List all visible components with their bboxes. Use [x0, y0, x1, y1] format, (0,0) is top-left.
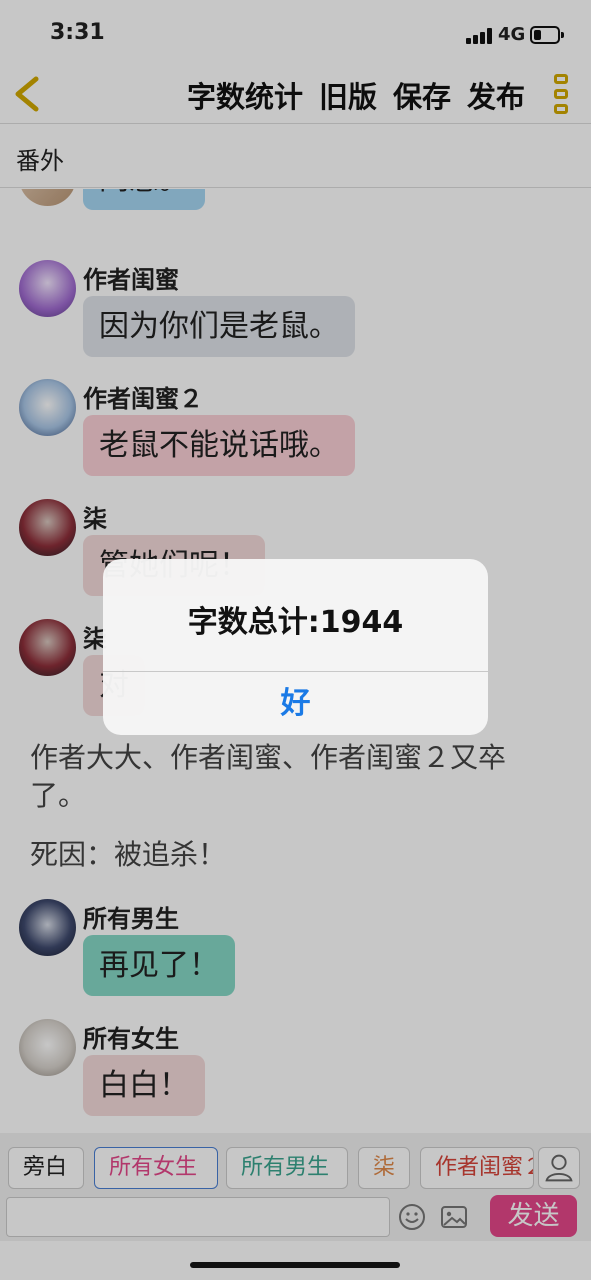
alert-title: 字数总计:1944	[187, 605, 404, 640]
modal-overlay: 字数总计:1944 好	[0, 0, 591, 1280]
alert-ok-button[interactable]: 好	[103, 672, 488, 735]
word-count-alert: 字数总计:1944 好	[103, 559, 488, 735]
home-indicator	[190, 1262, 400, 1268]
